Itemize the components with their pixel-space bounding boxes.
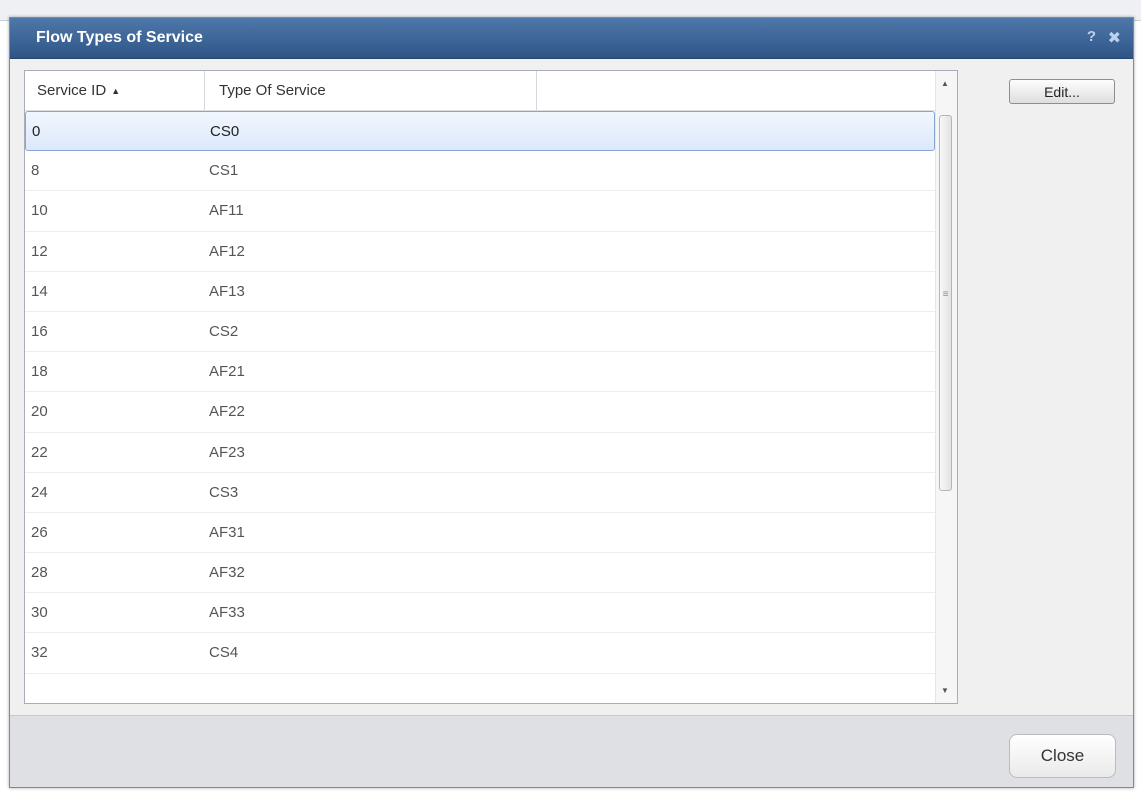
cell-type-of-service: CS1 — [209, 162, 239, 180]
column-header-type-of-service[interactable]: Type Of Service — [205, 71, 537, 110]
scroll-up-icon[interactable]: ▲ — [941, 79, 949, 88]
cell-type-of-service: CS4 — [209, 644, 239, 662]
cell-service-id: 24 — [31, 483, 48, 501]
cell-type-of-service: AF13 — [209, 282, 245, 300]
table-row[interactable]: 28 AF32 — [25, 553, 935, 594]
cell-type-of-service: AF32 — [209, 564, 245, 582]
cell-type-of-service: CS3 — [209, 483, 239, 501]
cell-type-of-service: AF12 — [209, 242, 245, 260]
column-header-label: Type Of Service — [219, 82, 326, 99]
table-row[interactable]: 26 AF31 — [25, 513, 935, 554]
cell-type-of-service: AF23 — [209, 443, 245, 461]
help-icon[interactable]: ? — [1087, 28, 1096, 45]
cell-service-id: 16 — [31, 322, 48, 340]
close-icon[interactable]: ✖ — [1108, 28, 1121, 48]
service-types-grid: Service ID ▲ Type Of Service 0 CS0 8 CS1 10 AF… — [24, 70, 958, 704]
cell-service-id: 12 — [31, 242, 48, 260]
table-row[interactable]: 8 CS1 — [25, 151, 935, 192]
table-row[interactable]: 16 CS2 — [25, 312, 935, 353]
table-row[interactable]: 14 AF13 — [25, 272, 935, 312]
cell-service-id: 28 — [31, 564, 48, 582]
table-row[interactable]: 18 AF21 — [25, 352, 935, 393]
cell-service-id: 32 — [31, 644, 48, 662]
table-row[interactable]: 22 AF23 — [25, 433, 935, 473]
flow-types-dialog: Flow Types of Service ? ✖ Service ID ▲ Ty… — [9, 17, 1134, 788]
cell-service-id: 20 — [31, 403, 48, 421]
cell-service-id: 10 — [31, 202, 48, 220]
table-row[interactable]: 24 CS3 — [25, 473, 935, 513]
sort-ascending-icon: ▲ — [111, 86, 121, 96]
table-row[interactable]: 20 AF22 — [25, 392, 935, 433]
grid-header: Service ID ▲ Type Of Service — [25, 71, 935, 111]
cell-service-id: 30 — [31, 604, 48, 622]
vertical-scrollbar[interactable]: ▲ ≡ ▼ — [935, 71, 957, 703]
grip-icon: ≡ — [942, 289, 949, 300]
cell-type-of-service: CS2 — [209, 322, 239, 340]
cell-service-id: 26 — [31, 523, 48, 541]
dialog-footer: Close — [10, 715, 1133, 787]
scroll-down-icon[interactable]: ▼ — [941, 686, 949, 695]
cell-type-of-service: AF22 — [209, 403, 245, 421]
cell-type-of-service: AF31 — [209, 523, 245, 541]
table-row[interactable]: 0 CS0 — [25, 111, 935, 152]
close-button[interactable]: Close — [1009, 734, 1116, 778]
edit-button[interactable]: Edit... — [1009, 79, 1115, 104]
dialog-titlebar[interactable]: Flow Types of Service ? ✖ — [10, 18, 1133, 59]
cell-type-of-service: AF21 — [209, 363, 245, 381]
dialog-title: Flow Types of Service — [36, 29, 203, 46]
grid-rows: 0 CS0 8 CS1 10 AF11 12 AF12 14 AF13 16 CS2 18 AF21 20 A… — [25, 111, 935, 674]
cell-service-id: 14 — [31, 282, 48, 300]
cell-type-of-service: CS0 — [210, 123, 240, 140]
column-header-service-id[interactable]: Service ID ▲ — [25, 71, 205, 110]
cell-service-id: 18 — [31, 363, 48, 381]
table-row[interactable]: 32 CS4 — [25, 633, 935, 674]
cell-type-of-service: AF33 — [209, 604, 245, 622]
scrollbar-thumb[interactable]: ≡ — [939, 115, 952, 491]
cell-service-id: 8 — [31, 162, 40, 180]
table-row[interactable]: 10 AF11 — [25, 191, 935, 232]
cell-service-id: 22 — [31, 443, 48, 461]
cell-service-id: 0 — [32, 123, 41, 140]
cell-type-of-service: AF11 — [209, 202, 244, 220]
table-row[interactable]: 30 AF33 — [25, 593, 935, 634]
column-header-label: Service ID — [37, 82, 107, 99]
table-row[interactable]: 12 AF12 — [25, 232, 935, 272]
